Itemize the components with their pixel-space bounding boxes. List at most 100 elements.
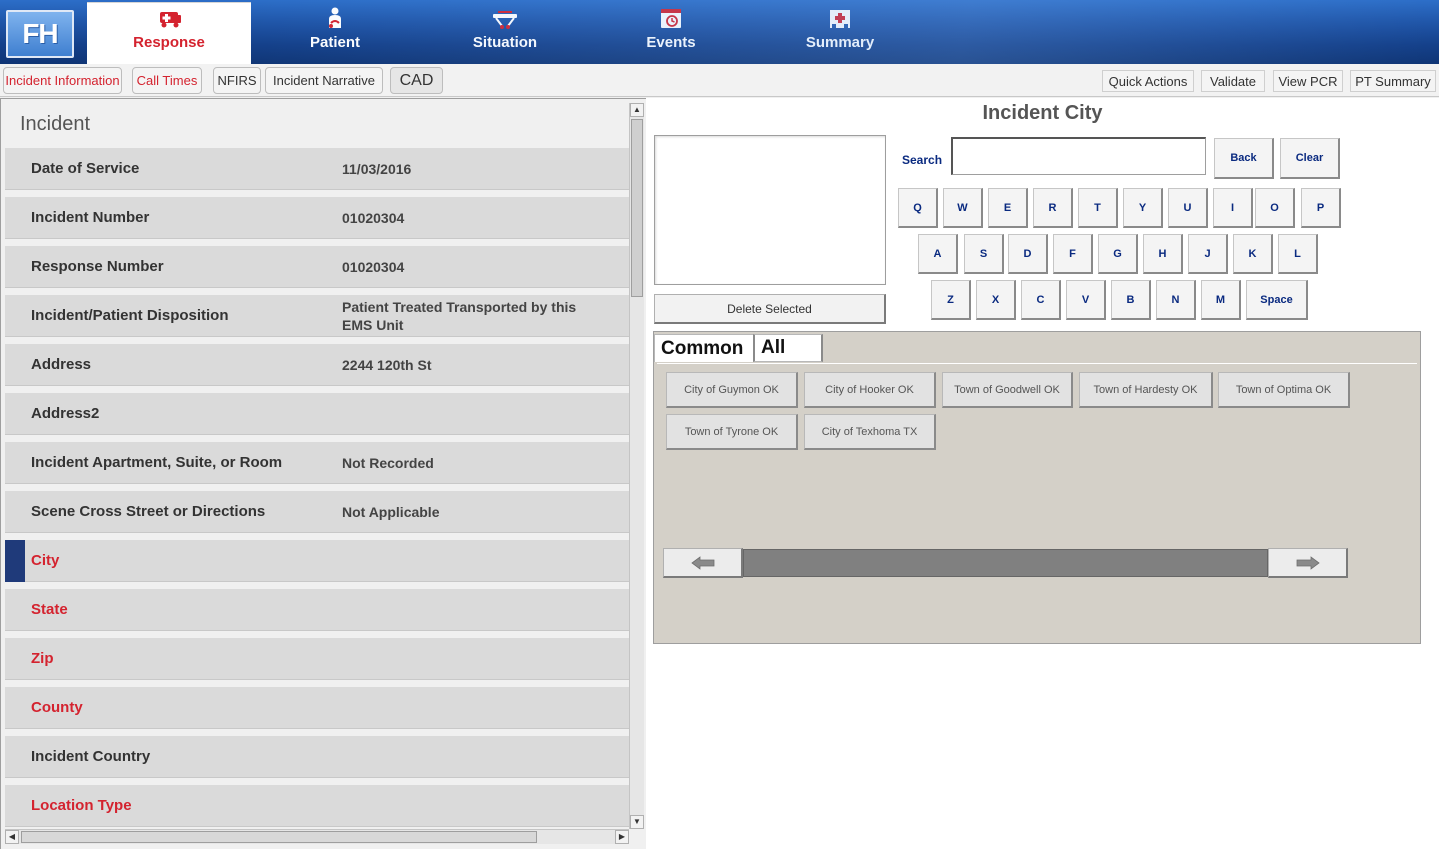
option-town-of-goodwell[interactable]: Town of Goodwell OK bbox=[942, 372, 1073, 408]
option-city-of-guymon[interactable]: City of Guymon OK bbox=[666, 372, 798, 408]
field-label: Zip bbox=[31, 650, 54, 667]
patient-icon bbox=[329, 7, 341, 28]
option-town-of-tyrone[interactable]: Town of Tyrone OK bbox=[666, 414, 798, 450]
form-row-address2[interactable]: Address2 bbox=[5, 393, 629, 435]
field-label: Scene Cross Street or Directions bbox=[31, 503, 266, 520]
quick-actions-button[interactable]: Quick Actions bbox=[1102, 70, 1194, 92]
key-h[interactable]: H bbox=[1143, 234, 1183, 274]
key-p[interactable]: P bbox=[1301, 188, 1341, 228]
field-value: Not Applicable bbox=[342, 503, 440, 520]
form-row-cross-street[interactable]: Scene Cross Street or Directions Not App… bbox=[5, 491, 629, 533]
key-space[interactable]: Space bbox=[1246, 280, 1308, 320]
key-d[interactable]: D bbox=[1008, 234, 1048, 274]
validate-button[interactable]: Validate bbox=[1201, 70, 1265, 92]
key-r[interactable]: R bbox=[1033, 188, 1073, 228]
key-k[interactable]: K bbox=[1233, 234, 1273, 274]
option-town-of-hardesty[interactable]: Town of Hardesty OK bbox=[1079, 372, 1213, 408]
field-label: Incident/Patient Disposition bbox=[31, 307, 229, 324]
nav-tab-patient[interactable]: Patient bbox=[290, 0, 380, 64]
key-m[interactable]: M bbox=[1201, 280, 1241, 320]
option-town-of-optima[interactable]: Town of Optima OK bbox=[1218, 372, 1350, 408]
page-track[interactable] bbox=[743, 549, 1268, 577]
nav-tab-label: Situation bbox=[472, 34, 538, 51]
logo-text: FH bbox=[22, 18, 58, 49]
key-t[interactable]: T bbox=[1078, 188, 1118, 228]
key-f[interactable]: F bbox=[1053, 234, 1093, 274]
pt-summary-button[interactable]: PT Summary bbox=[1350, 70, 1436, 92]
key-a[interactable]: A bbox=[918, 234, 958, 274]
search-input[interactable] bbox=[951, 137, 1206, 175]
form-row-incident-number[interactable]: Incident Number 01020304 bbox=[5, 197, 629, 239]
nav-tab-label: Response bbox=[133, 34, 205, 51]
tab-nfirs[interactable]: NFIRS bbox=[213, 67, 261, 94]
option-city-of-hooker[interactable]: City of Hooker OK bbox=[804, 372, 936, 408]
form-row-county[interactable]: County bbox=[5, 687, 629, 729]
key-c[interactable]: C bbox=[1021, 280, 1061, 320]
form-row-date-of-service[interactable]: Date of Service 11/03/2016 bbox=[5, 148, 629, 190]
nav-tab-situation[interactable]: Situation bbox=[460, 0, 550, 64]
horizontal-scrollbar[interactable]: ◀ ▶ bbox=[5, 829, 629, 844]
key-j[interactable]: J bbox=[1188, 234, 1228, 274]
key-u[interactable]: U bbox=[1168, 188, 1208, 228]
key-z[interactable]: Z bbox=[931, 280, 971, 320]
field-value: 01020304 bbox=[342, 258, 405, 275]
key-i[interactable]: I bbox=[1213, 188, 1253, 228]
app-window: FH Response Patient Situation Events Sum… bbox=[0, 0, 1439, 849]
key-x[interactable]: X bbox=[976, 280, 1016, 320]
top-navigation: FH Response Patient Situation Events Sum… bbox=[0, 0, 1439, 64]
field-label: Incident Apartment, Suite, or Room bbox=[31, 454, 283, 471]
clear-button[interactable]: Clear bbox=[1280, 138, 1340, 179]
scroll-thumb[interactable] bbox=[631, 119, 643, 297]
tab-all[interactable]: All bbox=[753, 334, 823, 362]
view-pcr-button[interactable]: View PCR bbox=[1273, 70, 1343, 92]
key-s[interactable]: S bbox=[964, 234, 1004, 274]
key-g[interactable]: G bbox=[1098, 234, 1138, 274]
incident-form-panel: Incident Date of Service 11/03/2016 Inci… bbox=[0, 98, 646, 849]
nav-tab-events[interactable]: Events bbox=[626, 0, 716, 64]
field-value: Not Recorded bbox=[342, 454, 434, 471]
tab-cad[interactable]: CAD bbox=[390, 67, 443, 94]
scroll-thumb[interactable] bbox=[21, 831, 537, 843]
key-o[interactable]: O bbox=[1255, 188, 1295, 228]
form-row-location-type[interactable]: Location Type bbox=[5, 785, 629, 827]
key-y[interactable]: Y bbox=[1123, 188, 1163, 228]
delete-selected-button[interactable]: Delete Selected bbox=[654, 294, 886, 324]
form-row-state[interactable]: State bbox=[5, 589, 629, 631]
key-n[interactable]: N bbox=[1156, 280, 1196, 320]
nav-tab-response[interactable]: Response bbox=[87, 2, 251, 64]
nav-tab-summary[interactable]: Summary bbox=[795, 0, 885, 64]
next-page-button[interactable] bbox=[1268, 548, 1348, 578]
field-label: Incident Country bbox=[31, 748, 151, 765]
ambulance-icon bbox=[160, 12, 181, 28]
field-value: Patient Treated Transported by this EMS … bbox=[342, 298, 577, 333]
previous-page-button[interactable] bbox=[663, 548, 743, 578]
form-row-incident-country[interactable]: Incident Country bbox=[5, 736, 629, 778]
key-w[interactable]: W bbox=[943, 188, 983, 228]
form-row-city[interactable]: City bbox=[5, 540, 629, 582]
key-l[interactable]: L bbox=[1278, 234, 1318, 274]
form-row-response-number[interactable]: Response Number 01020304 bbox=[5, 246, 629, 288]
city-picker-panel: Incident City Delete Selected Search Bac… bbox=[646, 98, 1439, 849]
tab-incident-narrative[interactable]: Incident Narrative bbox=[265, 67, 383, 94]
scroll-left-icon[interactable]: ◀ bbox=[5, 830, 19, 844]
selected-values-list[interactable] bbox=[654, 135, 886, 285]
key-q[interactable]: Q bbox=[898, 188, 938, 228]
key-b[interactable]: B bbox=[1111, 280, 1151, 320]
tab-common[interactable]: Common bbox=[654, 334, 754, 362]
back-button[interactable]: Back bbox=[1214, 138, 1274, 179]
key-v[interactable]: V bbox=[1066, 280, 1106, 320]
form-row-zip[interactable]: Zip bbox=[5, 638, 629, 680]
scroll-down-icon[interactable]: ▼ bbox=[630, 815, 644, 829]
option-city-of-texhoma[interactable]: City of Texhoma TX bbox=[804, 414, 936, 450]
vertical-scrollbar[interactable]: ▲ ▼ bbox=[629, 103, 644, 829]
form-row-apartment[interactable]: Incident Apartment, Suite, or Room Not R… bbox=[5, 442, 629, 484]
form-row-disposition[interactable]: Incident/Patient Disposition Patient Tre… bbox=[5, 295, 629, 337]
key-e[interactable]: E bbox=[988, 188, 1028, 228]
form-row-address[interactable]: Address 2244 120th St bbox=[5, 344, 629, 386]
scroll-up-icon[interactable]: ▲ bbox=[630, 103, 644, 117]
city-options-area: Common All City of Guymon OK City of Hoo… bbox=[653, 331, 1421, 644]
tab-call-times[interactable]: Call Times bbox=[132, 67, 202, 94]
scroll-right-icon[interactable]: ▶ bbox=[615, 830, 629, 844]
arrow-right-icon bbox=[1296, 555, 1320, 570]
tab-incident-information[interactable]: Incident Information bbox=[3, 67, 122, 94]
